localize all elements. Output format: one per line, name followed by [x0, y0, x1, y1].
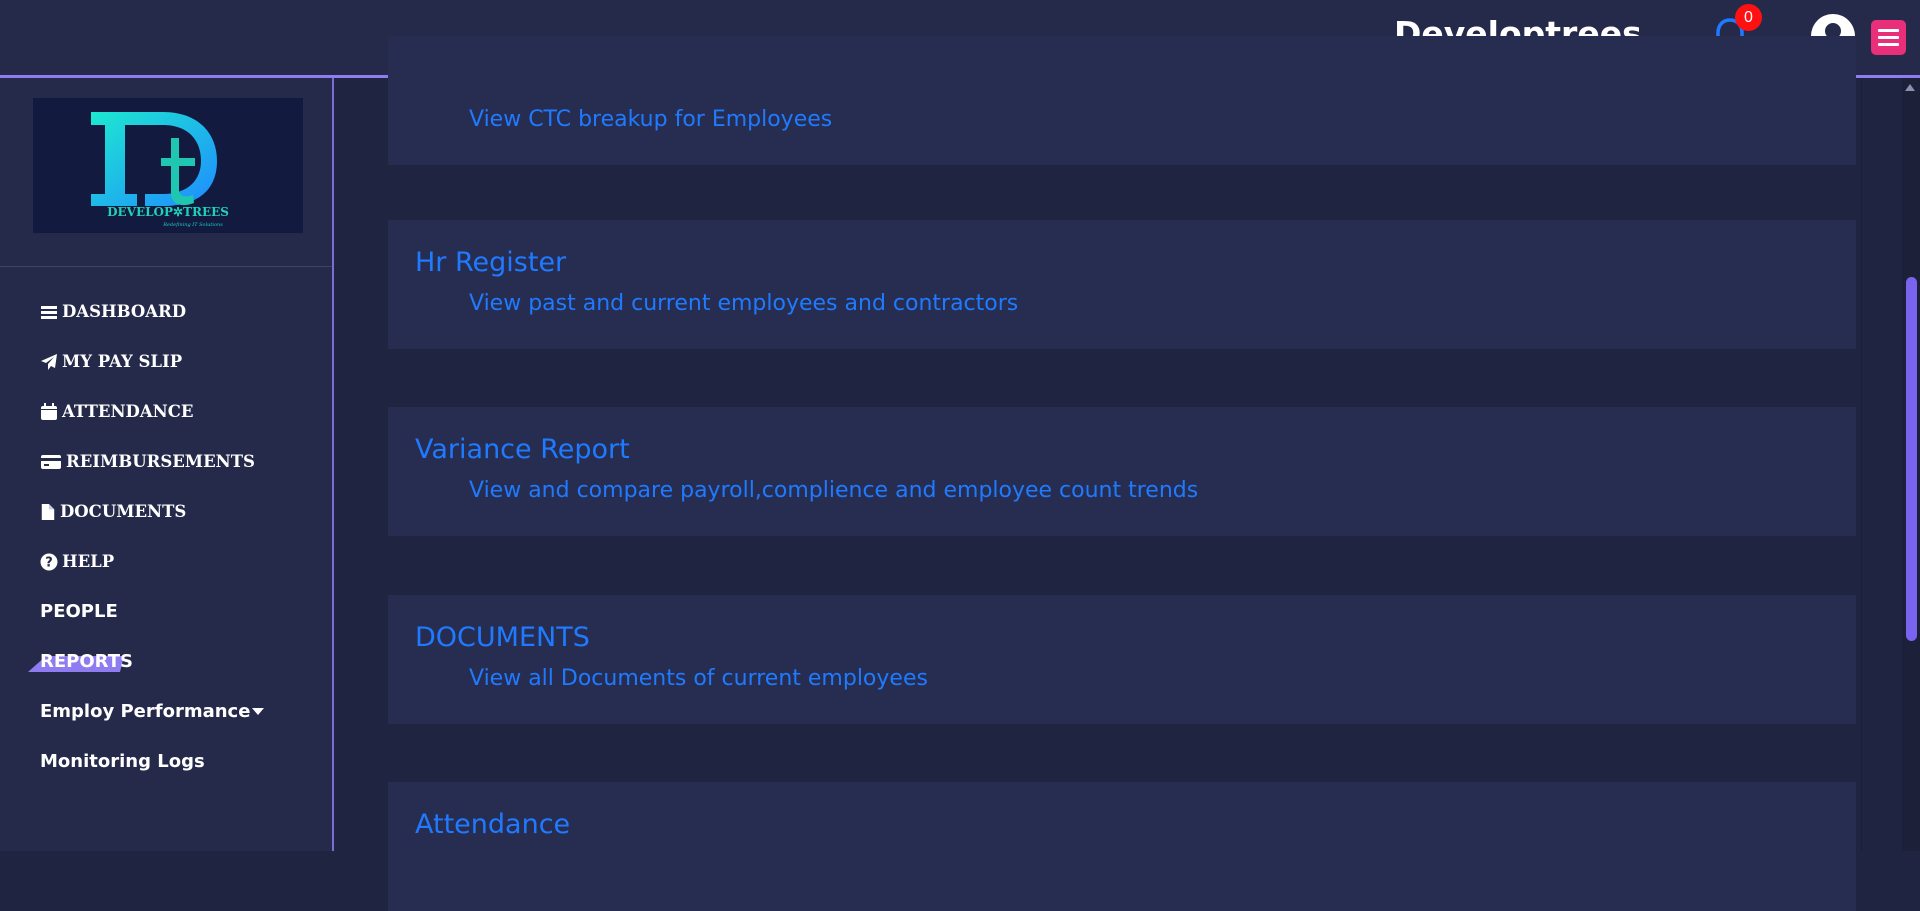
calendar-icon	[41, 402, 57, 420]
svg-text:?: ?	[45, 555, 53, 570]
report-link[interactable]: View all Documents of current employees	[469, 666, 928, 691]
report-link[interactable]: View and compare payroll,complience and …	[469, 478, 1198, 503]
company-logo: DEVELOP✲TREES Redefining IT Solutions	[33, 98, 303, 233]
report-title[interactable]: Variance Report	[415, 434, 630, 465]
logo-tagline-text: Redefining IT Solutions	[162, 222, 223, 228]
credit-card-icon	[41, 454, 61, 469]
sidebar-item-label: REPORTS	[40, 651, 133, 672]
paper-plane-icon	[41, 353, 57, 370]
sidebar-divider	[0, 266, 332, 267]
sidebar-item-reports[interactable]: REPORTS	[40, 651, 133, 672]
scrollbar-thumb[interactable]	[1906, 277, 1917, 641]
report-card-variance-report: Variance Report View and compare payroll…	[388, 407, 1856, 536]
report-link[interactable]: View CTC breakup for Employees	[469, 107, 832, 132]
bars-icon	[41, 305, 57, 319]
sidebar-item-my-pay-slip[interactable]: MY PAY SLIP	[40, 352, 182, 371]
sidebar-item-label: REIMBURSEMENTS	[66, 452, 255, 471]
sidebar-item-documents[interactable]: DOCUMENTS	[40, 502, 186, 521]
sidebar-item-reimbursements[interactable]: REIMBURSEMENTS	[40, 452, 255, 471]
sidebar-item-label: Employ Performance	[40, 701, 251, 722]
scroll-up-arrow-icon[interactable]	[1905, 84, 1915, 91]
report-link[interactable]: View past and current employees and cont…	[469, 291, 1018, 316]
file-icon	[41, 503, 55, 520]
report-title[interactable]: DOCUMENTS	[415, 622, 590, 653]
sidebar-item-help[interactable]: ? HELP	[40, 552, 114, 571]
sidebar-item-label: Monitoring Logs	[40, 751, 205, 772]
sidebar-item-label: ATTENDANCE	[62, 402, 194, 421]
sidebar: DEVELOP✲TREES Redefining IT Solutions DA…	[0, 78, 334, 851]
sidebar-item-label: DASHBOARD	[62, 302, 187, 321]
report-title[interactable]: Attendance	[415, 809, 570, 840]
sidebar-item-people[interactable]: PEOPLE	[40, 601, 118, 622]
report-card-documents: DOCUMENTS View all Documents of current …	[388, 595, 1856, 724]
question-circle-icon: ?	[40, 553, 58, 570]
logo-brand-text: DEVELOP✲TREES	[107, 205, 229, 219]
caret-down-icon	[252, 707, 265, 715]
notification-badge: 0	[1735, 4, 1762, 31]
report-card-ctc: View CTC breakup for Employees	[388, 36, 1856, 165]
hamburger-menu-button[interactable]	[1871, 20, 1906, 55]
sidebar-item-dashboard[interactable]: DASHBOARD	[40, 302, 186, 321]
report-card-attendance: Attendance	[388, 782, 1856, 911]
sidebar-item-label: DOCUMENTS	[60, 502, 187, 521]
report-title[interactable]: Hr Register	[415, 247, 566, 278]
sidebar-item-employ-performance[interactable]: Employ Performance	[40, 701, 265, 722]
reports-list: View CTC breakup for Employees Hr Regist…	[382, 36, 1862, 911]
sidebar-item-label: HELP	[62, 552, 115, 571]
sidebar-item-label: PEOPLE	[40, 601, 118, 622]
sidebar-item-attendance[interactable]: ATTENDANCE	[40, 402, 193, 421]
sidebar-item-label: MY PAY SLIP	[62, 352, 183, 371]
sidebar-item-monitoring-logs[interactable]: Monitoring Logs	[40, 751, 205, 772]
report-card-hr-register: Hr Register View past and current employ…	[388, 220, 1856, 349]
